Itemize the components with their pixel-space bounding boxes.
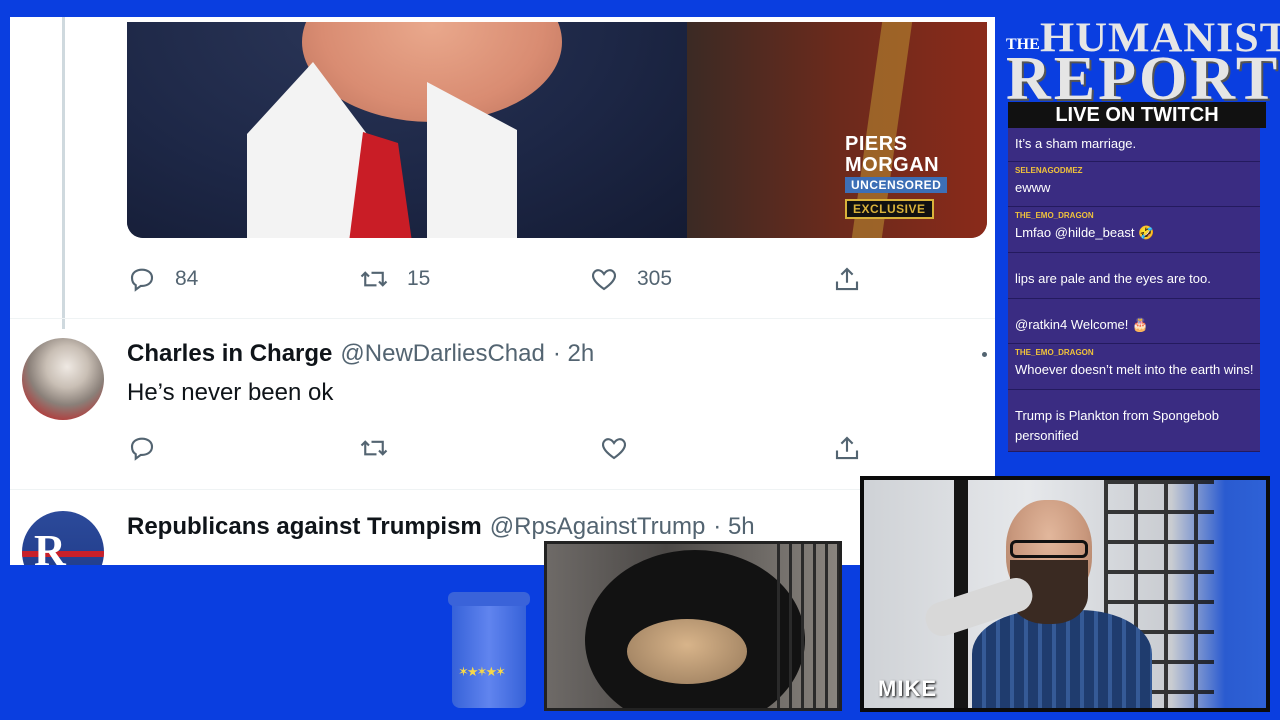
cup-body	[452, 604, 526, 708]
author-name[interactable]: Charles in Charge	[127, 340, 332, 368]
retweet-button[interactable]: 15	[359, 264, 430, 294]
live-on-twitch-banner: LIVE ON TWITCH	[1008, 102, 1266, 128]
retweet-count: 15	[407, 267, 431, 290]
host-shirt	[972, 610, 1152, 708]
like-icon	[602, 438, 626, 460]
chat-username[interactable]: SELENAGODMEZ	[1015, 166, 1083, 175]
chat-text: It’s a sham marriage.	[1015, 136, 1137, 151]
avatar[interactable]: R	[22, 511, 104, 565]
tweet-actions: 84 15 305	[127, 264, 867, 304]
show-logo: THE HUMANIST REPORT	[1006, 14, 1280, 113]
chat-message: Trump is Plankton from Spongebob personi…	[1008, 390, 1260, 452]
chat-text: Lmfao @hilde_beast 🤣	[1015, 225, 1155, 240]
host-name-label: MIKE	[878, 676, 937, 701]
media-brand-logo: PIERS MORGAN UNCENSORED EXCLUSIVE	[845, 134, 973, 224]
author-name[interactable]: Republicans against Trumpism	[127, 513, 482, 541]
thread-line	[62, 17, 65, 329]
dog-webcam	[544, 541, 842, 711]
share-button[interactable]	[832, 433, 862, 463]
retweet-icon	[360, 440, 388, 456]
retweet-icon	[360, 271, 388, 287]
like-button[interactable]	[599, 433, 629, 463]
more-icon[interactable]	[982, 352, 987, 357]
chat-username[interactable]: THE_EMO_DRAGON	[1015, 348, 1094, 357]
chat-username[interactable]: THE_EMO_DRAGON	[1015, 211, 1094, 220]
chat-text: Whoever doesn’t melt into the earth wins…	[1015, 362, 1254, 377]
cup-overlay: ✶★✶★✶	[448, 592, 530, 710]
tweet-header: Charles in Charge @NewDarliesChad · 2h	[127, 340, 594, 368]
author-handle[interactable]: @RpsAgainstTrump	[490, 513, 706, 541]
brand-line-1: PIERS	[845, 133, 908, 155]
reply-icon	[130, 268, 154, 292]
tweet-divider	[10, 318, 995, 319]
chat-message: lips are pale and the eyes are too.	[1008, 253, 1260, 299]
like-icon	[592, 269, 616, 291]
tweet-media-image[interactable]: PIERS MORGAN UNCENSORED EXCLUSIVE	[127, 22, 987, 238]
chat-message: It’s a sham marriage.	[1008, 128, 1260, 162]
avatar[interactable]	[22, 338, 104, 420]
cup-lid	[448, 592, 530, 606]
tweet-header: Republicans against Trumpism @RpsAgainst…	[127, 513, 755, 541]
dog-crate	[777, 544, 839, 708]
brand-line-3: UNCENSORED	[845, 177, 948, 193]
twitter-feed: PIERS MORGAN UNCENSORED EXCLUSIVE 84 15 …	[10, 17, 995, 565]
brand-line-2: MORGAN	[845, 154, 940, 176]
share-icon	[835, 267, 859, 291]
tweet-divider	[10, 489, 995, 490]
retweet-button[interactable]	[359, 433, 389, 463]
reply-icon	[130, 437, 154, 461]
share-button[interactable]	[832, 264, 862, 294]
chat-text: @ratkin4 Welcome! 🎂	[1015, 317, 1149, 332]
share-icon	[835, 436, 859, 460]
chat-message: THE_EMO_DRAGON Whoever doesn’t melt into …	[1008, 344, 1260, 390]
tweet-text: He’s never been ok	[127, 379, 334, 406]
avatar-letter: R	[34, 526, 66, 565]
brand-exclusive-badge: EXCLUSIVE	[845, 199, 934, 219]
tweet-actions	[127, 433, 867, 473]
chat-message: THE_EMO_DRAGON Lmfao @hilde_beast 🤣	[1008, 207, 1260, 253]
reply-count: 84	[175, 267, 199, 290]
twitch-chat: It’s a sham marriage. SELENAGODMEZ ewww THE…	[1008, 128, 1260, 464]
chat-message: @ratkin4 Welcome! 🎂	[1008, 299, 1260, 344]
chat-message: SELENAGODMEZ ewww	[1008, 162, 1260, 207]
reply-button[interactable]: 84	[127, 264, 198, 294]
author-handle[interactable]: @NewDarliesChad	[340, 340, 544, 368]
dog	[627, 619, 747, 684]
host-glasses	[1010, 540, 1088, 558]
tweet-time[interactable]: · 2h	[553, 340, 594, 368]
chat-text: ewww	[1015, 180, 1051, 195]
cup-stars: ✶★✶★✶	[458, 664, 506, 679]
like-count: 305	[637, 267, 673, 290]
chat-text: lips are pale and the eyes are too.	[1015, 271, 1211, 286]
chat-text: Trump is Plankton from Spongebob personi…	[1015, 408, 1220, 443]
like-button[interactable]: 305	[589, 264, 672, 294]
host-webcam: MIKE	[860, 476, 1270, 712]
reply-button[interactable]	[127, 433, 157, 463]
tweet-time[interactable]: · 5h	[713, 513, 754, 541]
